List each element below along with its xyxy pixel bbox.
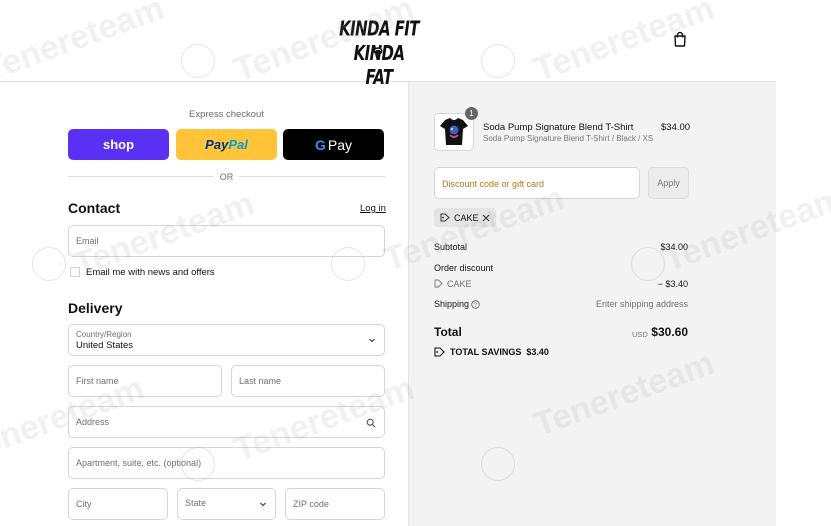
order-summary: 1 Soda Pump Signature Blend T-Shirt Soda… (408, 82, 776, 526)
discount-placeholder: Discount code or gift card (442, 179, 545, 189)
page-margin (776, 0, 831, 526)
first-name-placeholder: First name (76, 376, 119, 386)
shopping-bag-icon[interactable] (673, 31, 687, 47)
country-label: Country/Region (76, 330, 132, 339)
last-name-field[interactable]: Last name (231, 365, 385, 397)
apply-label: Apply (657, 178, 680, 188)
zip-field[interactable]: ZIP code (285, 488, 385, 520)
tag-icon (434, 347, 445, 357)
paypal-button[interactable]: Pay Pal (176, 129, 277, 160)
order-discount-label: Order discount (434, 263, 494, 273)
apartment-placeholder: Apartment, suite, etc. (optional) (76, 458, 202, 468)
logo-mark-icon (373, 47, 383, 55)
paypal-label-pal: Pal (228, 137, 248, 152)
google-pay-button[interactable]: G Pay (283, 129, 384, 160)
shop-pay-button[interactable]: shop (68, 129, 169, 160)
store-logo[interactable]: KINDA FIT KINDA FAT (338, 17, 420, 90)
total-savings: TOTAL SAVINGS $3.40 (450, 347, 549, 357)
google-g-icon: G (314, 136, 326, 153)
product-name: Soda Pump Signature Blend T-Shirt (483, 122, 634, 133)
savings-value: $3.40 (526, 347, 549, 357)
last-name-placeholder: Last name (239, 376, 282, 386)
shop-pay-label: shop (102, 137, 135, 152)
email-placeholder: Email (76, 236, 99, 246)
shipping-value: Enter shipping address (595, 299, 688, 309)
login-link[interactable]: Log in (360, 203, 386, 214)
express-checkout-title: Express checkout (189, 109, 264, 120)
or-label: OR (68, 172, 385, 182)
first-name-field[interactable]: First name (68, 365, 222, 397)
applied-discount-code: CAKE (454, 213, 479, 223)
discount-value: − $3.40 (657, 279, 688, 289)
tshirt-image (440, 118, 468, 145)
header: KINDA FIT KINDA FAT (0, 0, 776, 90)
svg-text:?: ? (474, 303, 477, 309)
tag-icon (434, 279, 443, 288)
chevron-down-icon (369, 338, 375, 343)
checkout-form: Express checkout shop Pay Pal G Pay OR Co… (0, 83, 408, 526)
address-placeholder: Address (76, 417, 110, 427)
search-icon (366, 418, 376, 428)
total-currency: USD (632, 330, 648, 339)
chevron-down-icon (260, 502, 266, 507)
help-icon[interactable]: ? (471, 300, 480, 309)
applied-discount-chip: CAKE (434, 208, 496, 227)
newsletter-checkbox[interactable] (70, 267, 80, 277)
zip-placeholder: ZIP code (293, 499, 329, 509)
apartment-field[interactable]: Apartment, suite, etc. (optional) (68, 447, 385, 479)
paypal-label-pay: Pay (205, 137, 229, 152)
discount-code-label: CAKE (447, 279, 472, 289)
apply-discount-button[interactable]: Apply (648, 167, 689, 199)
product-variant: Soda Pump Signature Blend T-Shirt / Blac… (483, 134, 654, 143)
subtotal-value: $34.00 (660, 242, 688, 252)
delivery-title: Delivery (68, 300, 123, 316)
tag-icon (440, 213, 450, 222)
discount-code-field[interactable]: Discount code or gift card (434, 167, 640, 199)
total-value: $30.60 (651, 325, 688, 339)
savings-label: TOTAL SAVINGS (450, 347, 522, 357)
quantity-badge: 1 (465, 107, 478, 120)
state-placeholder: State (185, 498, 207, 508)
country-value: United States (76, 340, 134, 351)
email-field[interactable]: Email (68, 225, 385, 257)
google-pay-label: Pay (327, 136, 352, 153)
newsletter-label: Email me with news and offers (86, 267, 215, 278)
close-icon[interactable] (482, 214, 490, 222)
shipping-label: Shipping (434, 299, 470, 309)
product-price: $34.00 (661, 122, 691, 133)
city-field[interactable]: City (68, 488, 168, 520)
address-field[interactable]: Address (68, 406, 385, 438)
total-label: Total (434, 325, 462, 339)
city-placeholder: City (76, 499, 92, 509)
state-select[interactable]: State (177, 488, 276, 520)
subtotal-label: Subtotal (434, 242, 468, 252)
contact-title: Contact (68, 200, 121, 216)
country-select[interactable]: Country/Region United States (68, 324, 385, 356)
